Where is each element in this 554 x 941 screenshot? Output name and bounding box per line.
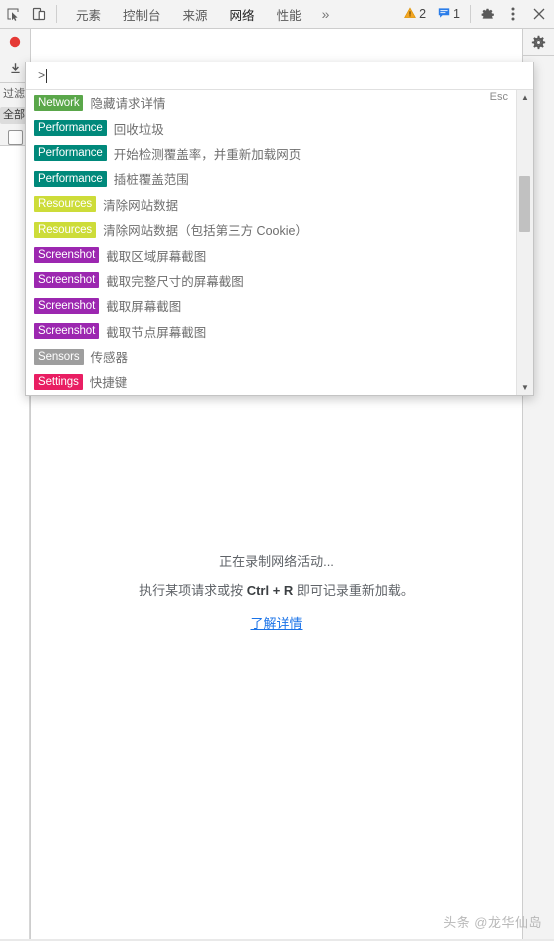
command-label: 传感器 (90, 351, 129, 366)
command-label: 清除网站数据（包括第三方 Cookie） (103, 224, 308, 239)
empty-state-shortcut: Ctrl + R (246, 583, 294, 598)
command-label: 回收垃圾 (113, 122, 164, 137)
command-palette-list: Esc Network 隐藏请求详情 Performance 回收垃圾 Performa… (26, 90, 516, 395)
devtools-body: 过滤 全部 正在录制网络活动... 执行某项请求或按 Ctrl + R 即可记录… (0, 29, 554, 941)
command-label: 截取屏幕截图 (106, 300, 182, 315)
command-label: 插桩覆盖范围 (113, 173, 189, 188)
command-palette-item[interactable]: Performance 插桩覆盖范围 (26, 166, 516, 191)
command-label: 隐藏请求详情 (90, 97, 166, 112)
tab-elements[interactable]: 元素 (65, 0, 112, 28)
devtools-window: 元素 控制台 来源 网络 性能 » 2 1 过滤 全部 正在录制网络活动... … (0, 0, 554, 941)
gear-icon[interactable] (474, 1, 500, 27)
caret-down-icon[interactable]: ▼ (517, 380, 533, 395)
command-palette-item[interactable]: Screenshot 截取屏幕截图 (26, 293, 516, 318)
empty-state-prefix: 执行某项请求或按 (139, 583, 247, 598)
palette-scrollbar[interactable]: ▲ ▼ (516, 90, 533, 395)
command-category-tag: Performance (34, 120, 107, 137)
watermark: 头条 @龙华仙岛 (443, 915, 542, 930)
tab-network[interactable]: 网络 (219, 0, 266, 28)
warning-count: 2 (419, 7, 427, 21)
command-palette-item[interactable]: Resources 清除网站数据（包括第三方 Cookie） (26, 217, 516, 242)
command-category-tag: Performance (34, 145, 107, 162)
command-label: 截取完整尺寸的屏幕截图 (106, 274, 244, 289)
command-palette-item[interactable]: Settings 快捷键 (26, 369, 516, 394)
command-category-tag: Resources (34, 221, 97, 238)
command-palette-item[interactable]: Sensors 传感器 (26, 344, 516, 369)
empty-state-line1: 正在录制网络活动... (219, 554, 334, 569)
message-badge[interactable]: 1 (433, 0, 467, 28)
command-palette-item[interactable]: Performance 开始检测覆盖率，并重新加载网页 (26, 141, 516, 166)
speech-bubble-icon (438, 7, 450, 22)
warning-triangle-icon (404, 6, 417, 22)
palette-scrollbar-thumb[interactable] (519, 176, 530, 232)
warning-badge[interactable]: 2 (399, 0, 433, 28)
command-label: 快捷键 (89, 376, 128, 391)
learn-more-link[interactable]: 了解详情 (250, 611, 302, 637)
command-category-tag: Network (34, 94, 84, 111)
command-label: 截取节点屏幕截图 (106, 325, 207, 340)
toolbar-divider-2 (470, 5, 471, 23)
command-palette-input-row[interactable]: > (26, 62, 533, 90)
command-category-tag: Settings (34, 373, 83, 390)
command-category-tag: Screenshot (34, 297, 100, 314)
filter-checkbox[interactable] (7, 130, 23, 145)
command-palette-item[interactable]: Resources 清除网站数据 (26, 192, 516, 217)
command-category-tag: Performance (34, 170, 107, 187)
toolbar-right-group: 2 1 (399, 0, 554, 28)
palette-caret (46, 68, 48, 83)
message-count: 1 (453, 7, 460, 21)
tab-console[interactable]: 控制台 (112, 0, 172, 28)
command-category-tag: Screenshot (34, 247, 100, 264)
command-category-tag: Screenshot (34, 323, 100, 340)
command-palette-list-wrap: Esc Network 隐藏请求详情 Performance 回收垃圾 Performa… (26, 90, 533, 395)
device-toggle-icon[interactable] (26, 1, 52, 27)
command-category-tag: Resources (34, 196, 97, 213)
empty-state-suffix: 即可记录重新加载。 (293, 583, 414, 598)
command-palette-item[interactable]: Screenshot 截取区域屏幕截图 (26, 242, 516, 267)
rail-divider (523, 55, 554, 56)
gear-icon[interactable] (523, 29, 554, 55)
command-label: 清除网站数据 (103, 198, 179, 213)
caret-up-icon[interactable]: ▲ (517, 90, 533, 105)
command-palette-item[interactable]: Network 隐藏请求详情 (26, 90, 516, 115)
tab-more-panels[interactable]: » (313, 0, 339, 28)
devtools-toolbar: 元素 控制台 来源 网络 性能 » 2 1 (0, 0, 554, 29)
command-label: 开始检测覆盖率，并重新加载网页 (113, 147, 302, 162)
tab-sources[interactable]: 来源 (172, 0, 219, 28)
command-label: 截取区域屏幕截图 (106, 249, 207, 264)
panel-tabs: 元素 控制台 来源 网络 性能 » (65, 0, 338, 28)
command-category-tag: Screenshot (34, 272, 100, 289)
toolbar-divider (56, 5, 57, 23)
command-palette-item[interactable]: Performance 回收垃圾 (26, 115, 516, 140)
record-button-icon[interactable] (0, 29, 30, 55)
command-palette-item[interactable]: Screenshot 截取完整尺寸的屏幕截图 (26, 268, 516, 293)
command-palette: > Esc Network 隐藏请求详情 Performance 回收垃圾 Perfor… (25, 62, 534, 396)
kebab-menu-icon[interactable] (500, 1, 526, 27)
command-palette-item[interactable]: Screenshot 截取节点屏幕截图 (26, 319, 516, 344)
tab-performance[interactable]: 性能 (266, 0, 313, 28)
network-empty-state: 正在录制网络活动... 执行某项请求或按 Ctrl + R 即可记录重新加载。 … (31, 549, 522, 637)
palette-prompt: > (38, 68, 46, 83)
close-icon[interactable] (526, 1, 552, 27)
inspect-cursor-icon[interactable] (0, 1, 26, 27)
command-category-tag: Sensors (34, 348, 84, 365)
empty-state-line2: 执行某项请求或按 Ctrl + R 即可记录重新加载。 (31, 578, 522, 604)
